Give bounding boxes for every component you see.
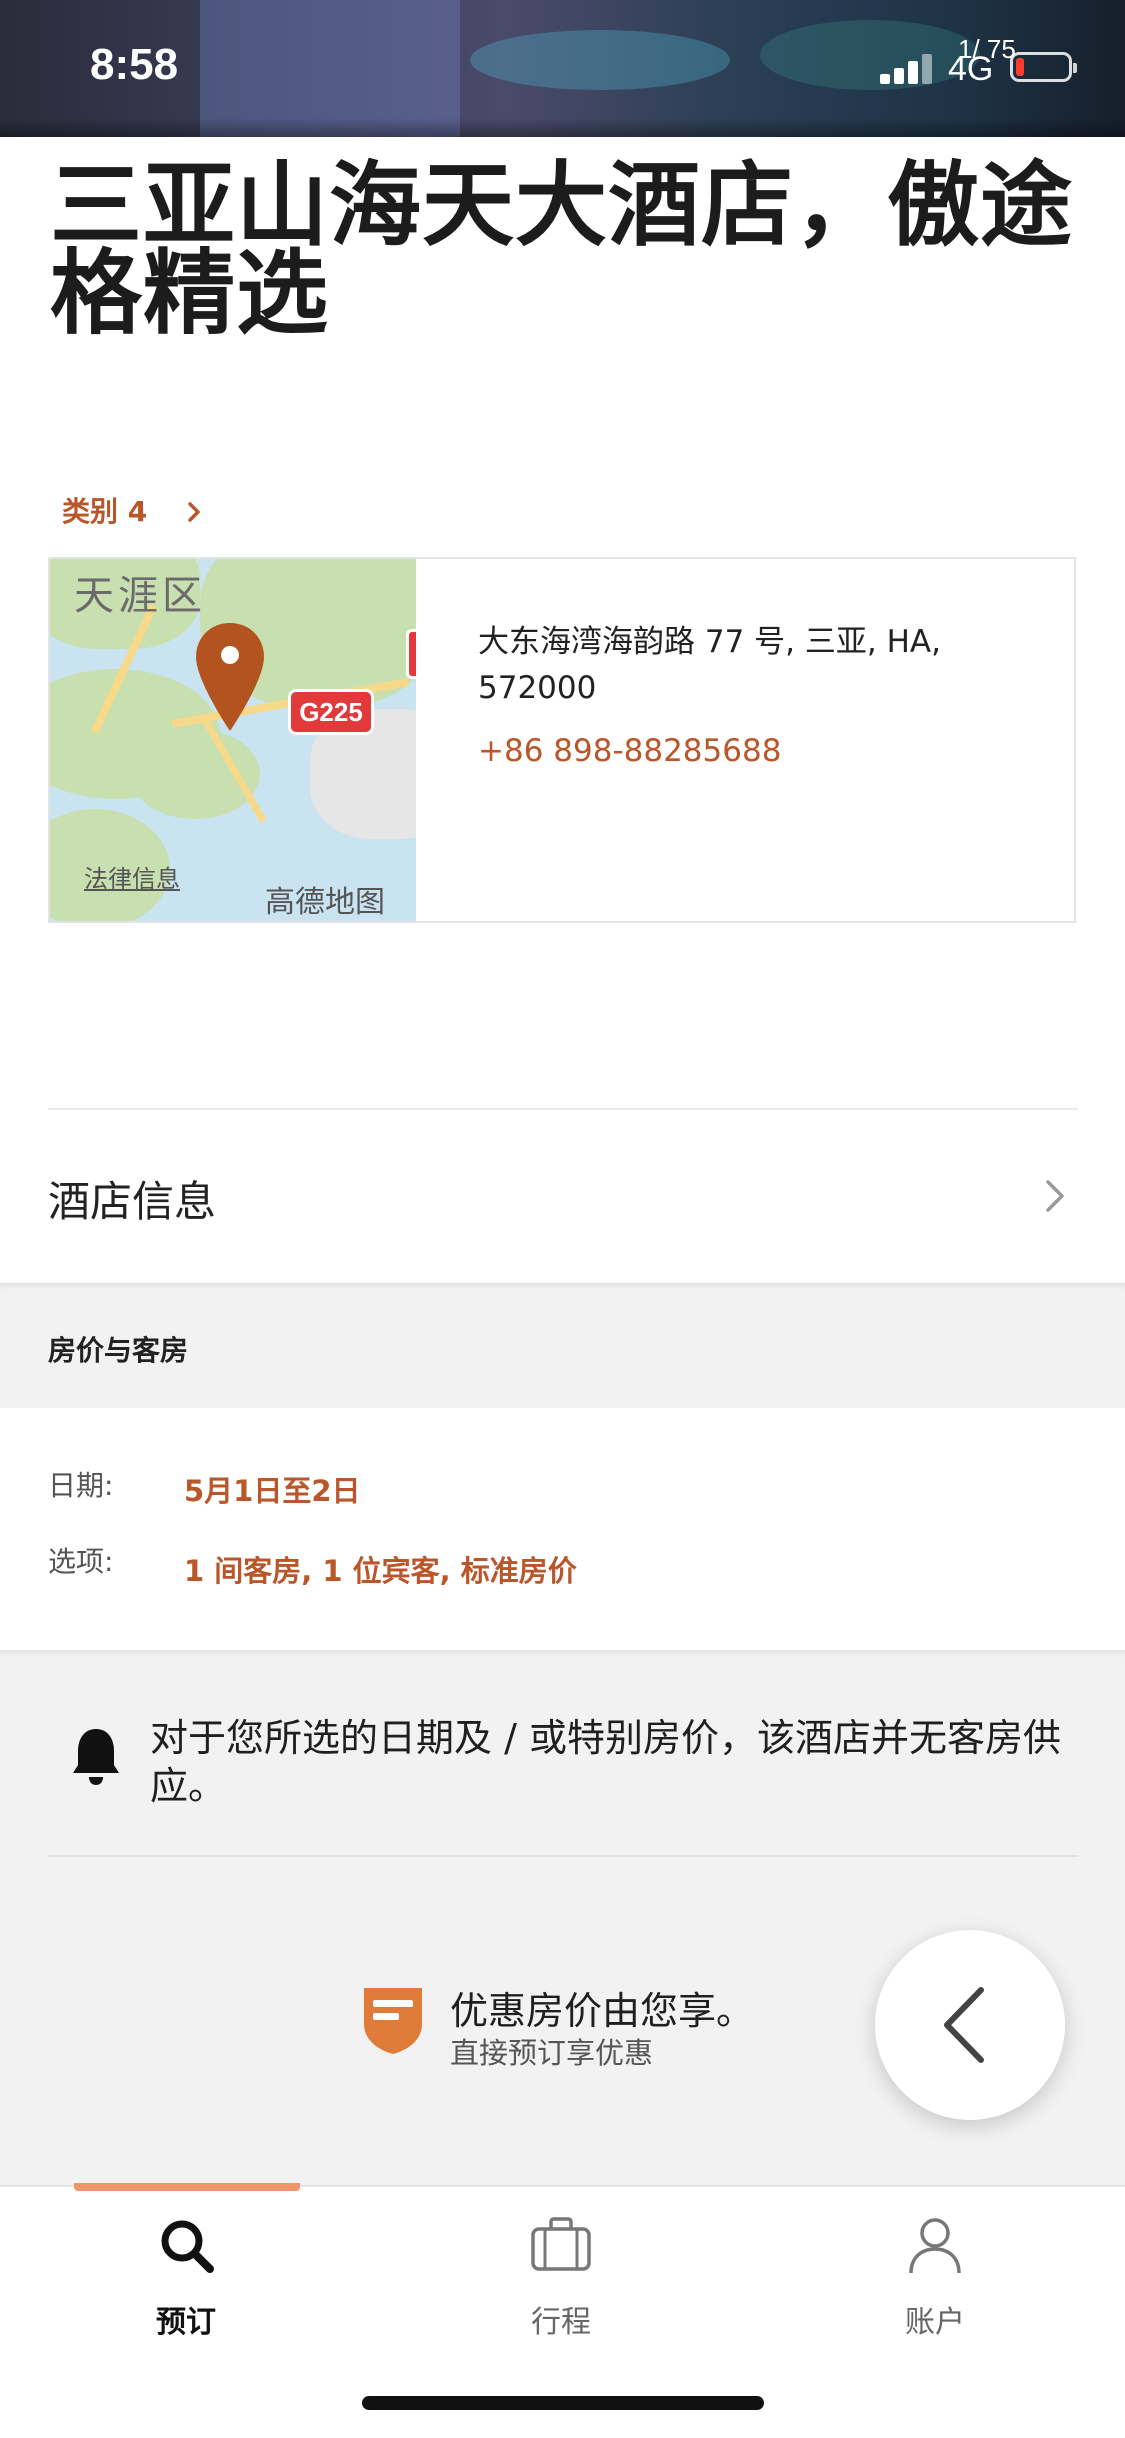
- tab-account-label: 账户: [905, 2305, 965, 2340]
- divider: [48, 1855, 1078, 1857]
- options-label: 选项:: [48, 1545, 114, 1578]
- tab-book-label: 预订: [156, 2305, 216, 2340]
- signal-icon: [880, 52, 936, 84]
- tab-book[interactable]: 预订: [86, 2213, 286, 2353]
- map-pin-icon: [196, 623, 264, 731]
- suitcase-icon: [531, 2217, 591, 2271]
- no-availability-notice: 对于您所选的日期及 / 或特别房价，该酒店并无客房供应。: [150, 1716, 1061, 1808]
- tab-account[interactable]: 账户: [835, 2213, 1035, 2353]
- battery-icon: [1010, 52, 1077, 82]
- promo-subtitle: 直接预订享优惠: [450, 2036, 654, 2070]
- rooms-heading: 房价与客房: [48, 1334, 189, 1367]
- tab-trips[interactable]: 行程: [461, 2213, 661, 2353]
- back-button[interactable]: [875, 1930, 1065, 2120]
- person-icon: [909, 2218, 961, 2274]
- highway-badge: G225: [288, 689, 374, 735]
- chevron-left-icon: [944, 1987, 984, 2063]
- map-legal-link[interactable]: 法律信息: [84, 859, 180, 894]
- bell-icon: [73, 1729, 119, 1785]
- date-value-link[interactable]: 5月1日至2日: [184, 1468, 361, 1510]
- hotel-address: 大东海湾海韵路 77 号, 三亚, HA, 572000: [478, 624, 941, 706]
- promo-title: 优惠房价由您享。: [450, 1989, 755, 2033]
- map-thumbnail[interactable]: 天涯区 G225 法律信息 高德地图: [50, 559, 416, 921]
- booking-details[interactable]: 日期: 5月1日至2日 选项: 1 间客房, 1 位宾客, 标准房价: [0, 1408, 1125, 1650]
- hotel-info-row[interactable]: 酒店信息: [0, 1108, 1125, 1283]
- options-value-link[interactable]: 1 间客房, 1 位宾客, 标准房价: [184, 1548, 577, 1590]
- map-provider-logo: 高德地图: [265, 885, 385, 920]
- hotel-title: 三亚山海天大酒店，傲途格精选: [50, 152, 1074, 347]
- search-icon: [161, 2220, 214, 2273]
- chevron-right-icon: [1046, 1180, 1064, 1212]
- status-time: 8:58: [90, 40, 179, 89]
- hotel-phone-link[interactable]: +86 898-88285688: [478, 733, 781, 769]
- active-tab-indicator: [74, 2183, 300, 2191]
- shield-badge-icon: [364, 1988, 422, 2054]
- date-label: 日期:: [48, 1469, 114, 1502]
- tab-trips-label: 行程: [531, 2305, 591, 2340]
- chevron-right-icon: [187, 495, 201, 528]
- category-label: 类别 4: [62, 495, 148, 528]
- location-card: 天涯区 G225 法律信息 高德地图 大东海湾海韵路 77 号, 三亚, HA,…: [48, 557, 1076, 923]
- hotel-info-label: 酒店信息: [48, 1177, 217, 1226]
- category-link[interactable]: 类别 4: [62, 490, 201, 530]
- map-district-label: 天涯区: [74, 573, 206, 619]
- network-type: 4G: [948, 50, 994, 88]
- rooms-section-header: 房价与客房: [0, 1283, 1125, 1408]
- home-indicator: [362, 2396, 764, 2410]
